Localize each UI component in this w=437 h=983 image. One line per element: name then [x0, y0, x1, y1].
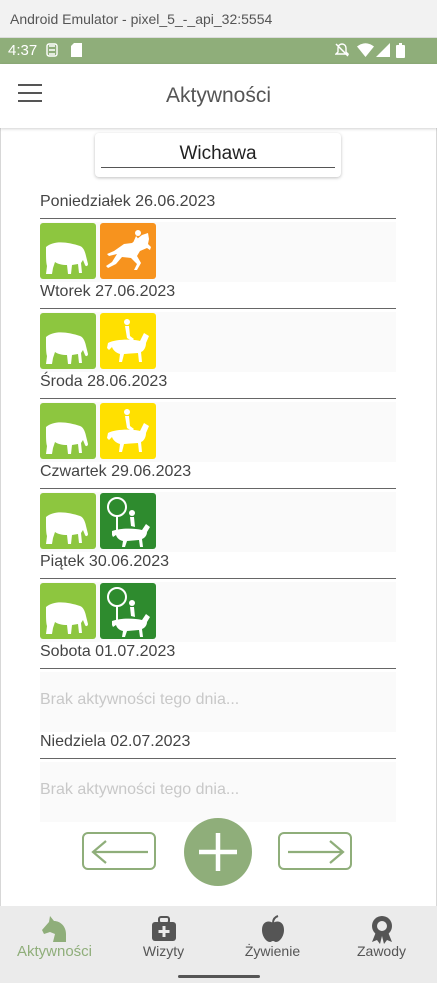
day-label: Niedziela 02.07.2023	[40, 733, 191, 750]
day-label: Sobota 01.07.2023	[40, 643, 176, 660]
window-title: Android Emulator - pixel_5_-_api_32:5554	[10, 11, 273, 27]
bottom-navigation: Aktywności Wizyty Żywienie Zawody	[0, 906, 437, 983]
day-section: Czwartek 29.06.2023	[40, 463, 396, 552]
day-section: Niedziela 02.07.2023 Brak aktywności teg…	[40, 733, 396, 822]
activity-row	[40, 402, 396, 462]
empty-day-text: Brak aktywności tego dnia...	[40, 762, 396, 822]
grazing-horse-icon[interactable]	[40, 313, 96, 369]
status-bar: 4:37	[0, 38, 437, 64]
apple-icon	[262, 915, 284, 942]
day-divider	[40, 488, 396, 489]
activity-row	[40, 222, 396, 282]
grazing-horse-icon[interactable]	[40, 403, 96, 459]
day-label: Wtorek 27.06.2023	[40, 283, 176, 300]
sync-icon	[46, 43, 58, 57]
page-title: Aktywności	[165, 84, 272, 107]
sd-card-icon	[71, 43, 82, 57]
horse-selector-value: Wichawa	[179, 143, 257, 164]
day-label: Piątek 30.06.2023	[40, 553, 169, 570]
day-section: Środa 28.06.2023	[40, 373, 396, 462]
nav-tab-zywienie[interactable]: Żywienie	[218, 906, 327, 972]
day-divider	[40, 758, 396, 759]
horse-head-icon	[42, 916, 66, 942]
nav-tab-zawody[interactable]: Zawody	[327, 906, 436, 972]
grazing-horse-icon[interactable]	[40, 493, 96, 549]
award-icon	[372, 916, 392, 944]
next-week-button[interactable]	[278, 832, 352, 870]
jumping-horse-icon[interactable]	[100, 223, 156, 279]
activity-row	[40, 492, 396, 552]
emulator-title-bar: Android Emulator - pixel_5_-_api_32:5554	[0, 0, 437, 38]
day-section: Poniedziałek 26.06.2023	[40, 193, 396, 282]
status-time: 4:37	[8, 42, 38, 59]
battery-icon	[396, 43, 405, 58]
horse-selector[interactable]: Wichawa	[95, 133, 341, 177]
day-label: Czwartek 29.06.2023	[40, 463, 192, 480]
nav-tab-label: Aktywności	[16, 943, 93, 960]
trail-riding-icon[interactable]	[100, 583, 156, 639]
day-divider	[40, 668, 396, 669]
day-divider	[40, 308, 396, 309]
day-label: Poniedziałek 26.06.2023	[40, 193, 216, 210]
nav-tab-aktywnosci[interactable]: Aktywności	[0, 906, 109, 972]
horse-selector-underline	[101, 167, 335, 168]
activity-row	[40, 582, 396, 642]
grazing-horse-icon[interactable]	[40, 583, 96, 639]
arrow-left-icon	[91, 840, 148, 864]
day-section: Wtorek 27.06.2023	[40, 283, 396, 372]
plus-icon	[199, 833, 237, 871]
add-activity-button[interactable]	[184, 818, 252, 886]
nav-tab-label: Żywienie	[244, 943, 301, 959]
arrow-right-icon	[288, 840, 345, 864]
trail-riding-icon[interactable]	[100, 493, 156, 549]
nav-tab-label: Zawody	[356, 943, 407, 959]
riding-horse-icon[interactable]	[100, 403, 156, 459]
signal-icon	[376, 43, 390, 57]
day-divider	[40, 218, 396, 219]
wifi-icon	[357, 43, 374, 57]
gesture-home-bar[interactable]	[178, 975, 260, 978]
medical-bag-icon	[152, 916, 176, 941]
empty-day-text: Brak aktywności tego dnia...	[40, 672, 396, 732]
day-label: Środa 28.06.2023	[40, 373, 168, 390]
riding-horse-icon[interactable]	[100, 313, 156, 369]
day-divider	[40, 578, 396, 579]
nav-tab-wizyty[interactable]: Wizyty	[109, 906, 218, 972]
day-divider	[40, 398, 396, 399]
mute-icon	[335, 43, 349, 57]
previous-week-button[interactable]	[82, 832, 156, 870]
app-bar: Aktywności	[0, 64, 437, 128]
day-section: Piątek 30.06.2023	[40, 553, 396, 642]
nav-tab-label: Wizyty	[142, 943, 185, 959]
activity-row	[40, 312, 396, 372]
grazing-horse-icon[interactable]	[40, 223, 96, 279]
day-section: Sobota 01.07.2023 Brak aktywności tego d…	[40, 643, 396, 732]
